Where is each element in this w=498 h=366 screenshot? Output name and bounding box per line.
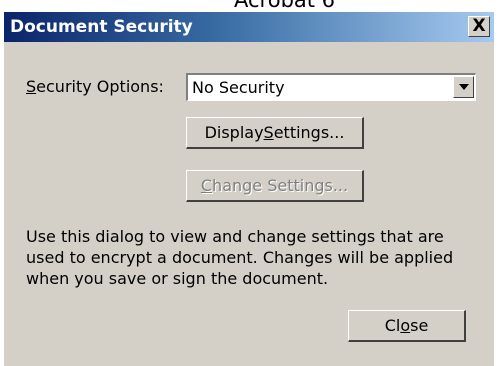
close-button[interactable]: Cl o se	[348, 310, 466, 342]
security-options-label: Security Options:	[26, 77, 164, 96]
dialog-title: Document Security	[10, 17, 193, 37]
close-icon: X	[472, 16, 486, 36]
security-options-value: No Security	[192, 78, 285, 97]
display-settings-button[interactable]: Display Settings...	[186, 117, 364, 149]
change-settings-button[interactable]: Change Settings...	[186, 170, 364, 202]
cropped-caption: Acrobat 6	[0, 0, 498, 12]
title-bar[interactable]: Document Security X	[4, 12, 494, 42]
description-line: used to encrypt a document. Changes will…	[26, 248, 454, 267]
description-text: Use this dialog to view and change setti…	[26, 226, 486, 289]
description-line: when you save or sign the document.	[26, 269, 329, 288]
description-line: Use this dialog to view and change setti…	[26, 227, 444, 246]
caption-text: Acrobat 6	[234, 0, 336, 12]
document-security-dialog: Document Security X Security Options: No…	[4, 12, 494, 366]
security-options-dropdown[interactable]: No Security	[186, 73, 476, 101]
close-window-button[interactable]: X	[468, 16, 490, 37]
chevron-down-icon[interactable]	[453, 76, 474, 98]
